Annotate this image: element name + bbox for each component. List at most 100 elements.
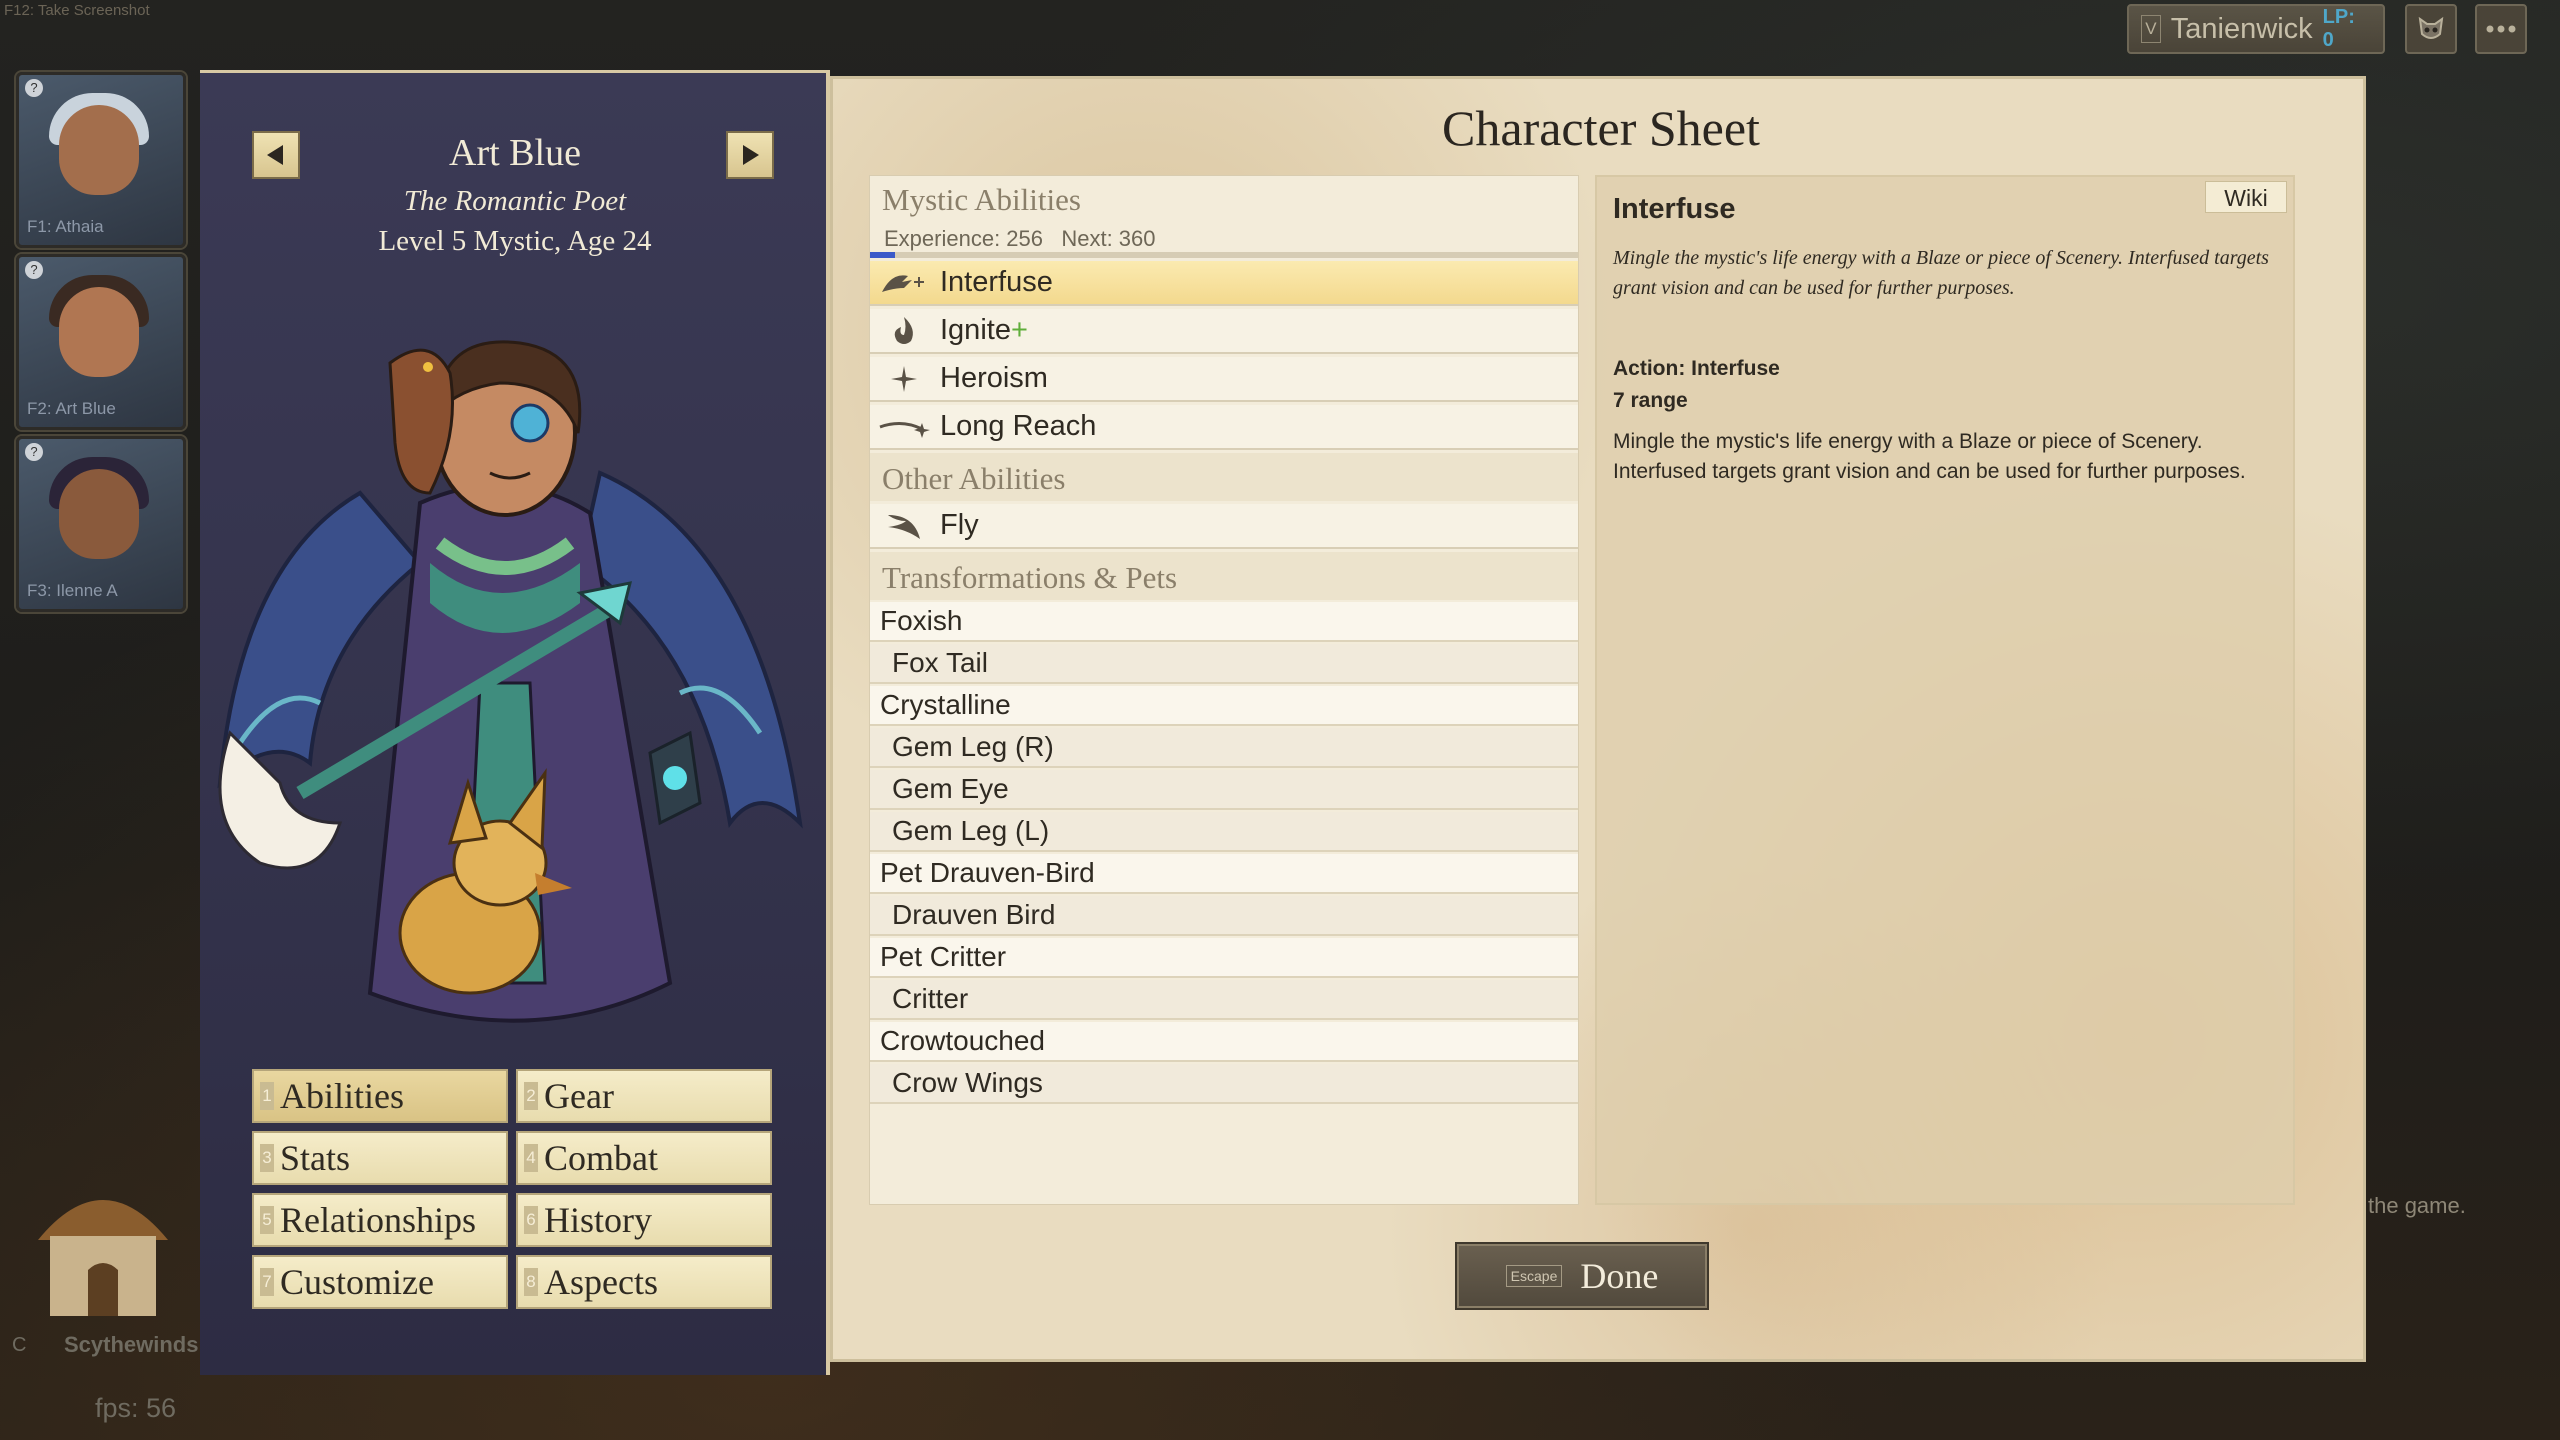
detail-action: Action: Interfuse <box>1613 357 1780 380</box>
transformation-crow-wings[interactable]: Crow Wings <box>870 1064 1578 1104</box>
next-level-value: Next: 360 <box>1061 226 1156 251</box>
nav-stats[interactable]: 3 Stats <box>252 1131 508 1185</box>
character-panel: Art Blue The Romantic Poet Level 5 Mysti… <box>200 70 830 1375</box>
mystic-abilities-header: Mystic Abilities <box>882 182 1081 217</box>
other-abilities-header: Other Abilities <box>870 453 1578 501</box>
party-portrait-1[interactable]: ? F1: Athaia <box>16 72 186 248</box>
detail-range: 7 range <box>1613 389 1688 412</box>
ability-detail-panel: Wiki Interfuse Mingle the mystic's life … <box>1595 175 2295 1205</box>
help-icon: ? <box>25 443 43 461</box>
nav-label: Combat <box>544 1138 658 1178</box>
transformation-crowtouched[interactable]: Crowtouched <box>870 1022 1578 1062</box>
nav-customize[interactable]: 7 Customize <box>252 1255 508 1309</box>
transformation-label: Foxish <box>880 605 963 636</box>
nav-combat[interactable]: 4 Combat <box>516 1131 772 1185</box>
party-label: F3: Ilenne A <box>27 581 118 600</box>
detail-description: Mingle the mystic's life energy with a B… <box>1613 430 2246 483</box>
portrait-face <box>59 105 139 195</box>
experience-bar <box>870 252 1578 258</box>
player-chip[interactable]: V Tanienwick LP: 0 <box>2127 4 2385 54</box>
nav-relationships[interactable]: 5 Relationships <box>252 1193 508 1247</box>
ability-label: Heroism <box>940 362 1048 394</box>
flame-icon <box>878 313 930 349</box>
transformation-label: Gem Leg (R) <box>892 731 1054 762</box>
nav-label: Customize <box>280 1262 434 1302</box>
ability-label: Interfuse <box>940 266 1053 298</box>
nav-hotkey: 4 <box>524 1144 538 1172</box>
transformation-label: Gem Eye <box>892 773 1009 804</box>
transformation-gem-eye[interactable]: Gem Eye <box>870 770 1578 810</box>
background-hint-text: the game. <box>2368 1193 2466 1218</box>
transformation-drauven-bird[interactable]: Drauven Bird <box>870 896 1578 936</box>
ability-fly[interactable]: Fly <box>870 504 1578 549</box>
abilities-list: Mystic Abilities Experience: 256 Next: 3… <box>869 175 1579 1205</box>
nav-label: History <box>544 1200 652 1240</box>
party-label: F2: Art Blue <box>27 399 116 418</box>
ability-label: Ignite <box>940 314 1011 346</box>
mask-button[interactable] <box>2405 4 2457 54</box>
nav-history[interactable]: 6 History <box>516 1193 772 1247</box>
party-portrait-3[interactable]: ? F3: Ilenne A <box>16 436 186 612</box>
transformation-label: Critter <box>892 983 969 1014</box>
detail-flavor-text: Mingle the mystic's life energy with a B… <box>1613 247 2269 299</box>
transformation-fox-tail[interactable]: Fox Tail <box>870 644 1578 684</box>
more-icon <box>2486 25 2516 33</box>
sheet-title: Character Sheet <box>1442 100 1760 156</box>
transformation-gem-leg-r[interactable]: Gem Leg (R) <box>870 728 1578 768</box>
party-portrait-2[interactable]: ? F2: Art Blue <box>16 254 186 430</box>
transformation-label: Gem Leg (L) <box>892 815 1050 846</box>
transformation-label: Crystalline <box>880 689 1011 720</box>
transformation-crystalline[interactable]: Crystalline <box>870 686 1578 726</box>
fps-counter: fps: 56 <box>95 1393 177 1423</box>
nav-label: Aspects <box>544 1262 658 1302</box>
player-name: Tanienwick <box>2170 12 2313 45</box>
detail-title: Interfuse <box>1613 193 1736 225</box>
ability-long-reach[interactable]: Long Reach <box>870 405 1578 450</box>
wiki-button[interactable]: Wiki <box>2205 181 2287 213</box>
done-button[interactable]: Escape Done <box>1455 1242 1709 1310</box>
area-hotkey: C <box>12 1334 27 1356</box>
character-level: Level 5 Mystic, Age 24 <box>378 225 652 257</box>
transformation-foxish[interactable]: Foxish <box>870 602 1578 642</box>
character-portrait <box>217 340 803 1023</box>
nav-hotkey: 2 <box>524 1082 538 1110</box>
character-name: Art Blue <box>449 132 581 174</box>
nav-hotkey: 7 <box>260 1268 274 1296</box>
transformation-gem-leg-l[interactable]: Gem Leg (L) <box>870 812 1578 852</box>
transformation-label: Crow Wings <box>892 1067 1043 1098</box>
sparkle-icon <box>878 361 930 397</box>
pet-critter[interactable]: Pet Critter <box>870 938 1578 978</box>
transformation-label: Crowtouched <box>880 1025 1045 1056</box>
nav-label: Relationships <box>280 1200 476 1240</box>
hut-building <box>38 1200 168 1316</box>
nav-label: Abilities <box>280 1076 404 1116</box>
party-label: F1: Athaia <box>27 217 104 236</box>
long-reach-icon <box>878 409 930 445</box>
mask-icon <box>2418 16 2444 39</box>
ability-interfuse[interactable]: Interfuse <box>870 261 1578 306</box>
nav-hotkey: 6 <box>524 1206 538 1234</box>
area-name: Scythewinds <box>64 1332 199 1357</box>
ability-label: Long Reach <box>940 410 1097 442</box>
nav-aspects[interactable]: 8 Aspects <box>516 1255 772 1309</box>
ability-ignite[interactable]: Ignite+ <box>870 309 1578 354</box>
portrait-face <box>59 287 139 377</box>
done-label: Done <box>1580 1256 1659 1296</box>
ability-label: Fly <box>940 509 979 541</box>
upgrade-plus: + <box>1010 314 1028 346</box>
nav-gear[interactable]: 2 Gear <box>516 1069 772 1123</box>
pet-drauven-bird[interactable]: Pet Drauven-Bird <box>870 854 1578 894</box>
nav-label: Gear <box>544 1076 614 1116</box>
nav-abilities[interactable]: 1 Abilities <box>252 1069 508 1123</box>
help-icon: ? <box>25 261 43 279</box>
escape-key-hint: Escape <box>1505 1265 1563 1287</box>
more-menu-button[interactable] <box>2475 4 2527 54</box>
experience-line: Experience: 256 Next: 360 <box>870 226 1578 251</box>
transformation-label: Pet Critter <box>880 941 1007 972</box>
transformation-label: Drauven Bird <box>892 899 1056 930</box>
screenshot-hint: F12: Take Screenshot <box>4 2 150 19</box>
experience-value: Experience: 256 <box>884 226 1043 251</box>
ability-heroism[interactable]: Heroism <box>870 357 1578 402</box>
transformation-critter[interactable]: Critter <box>870 980 1578 1020</box>
player-hotkey: V <box>2141 15 2161 43</box>
